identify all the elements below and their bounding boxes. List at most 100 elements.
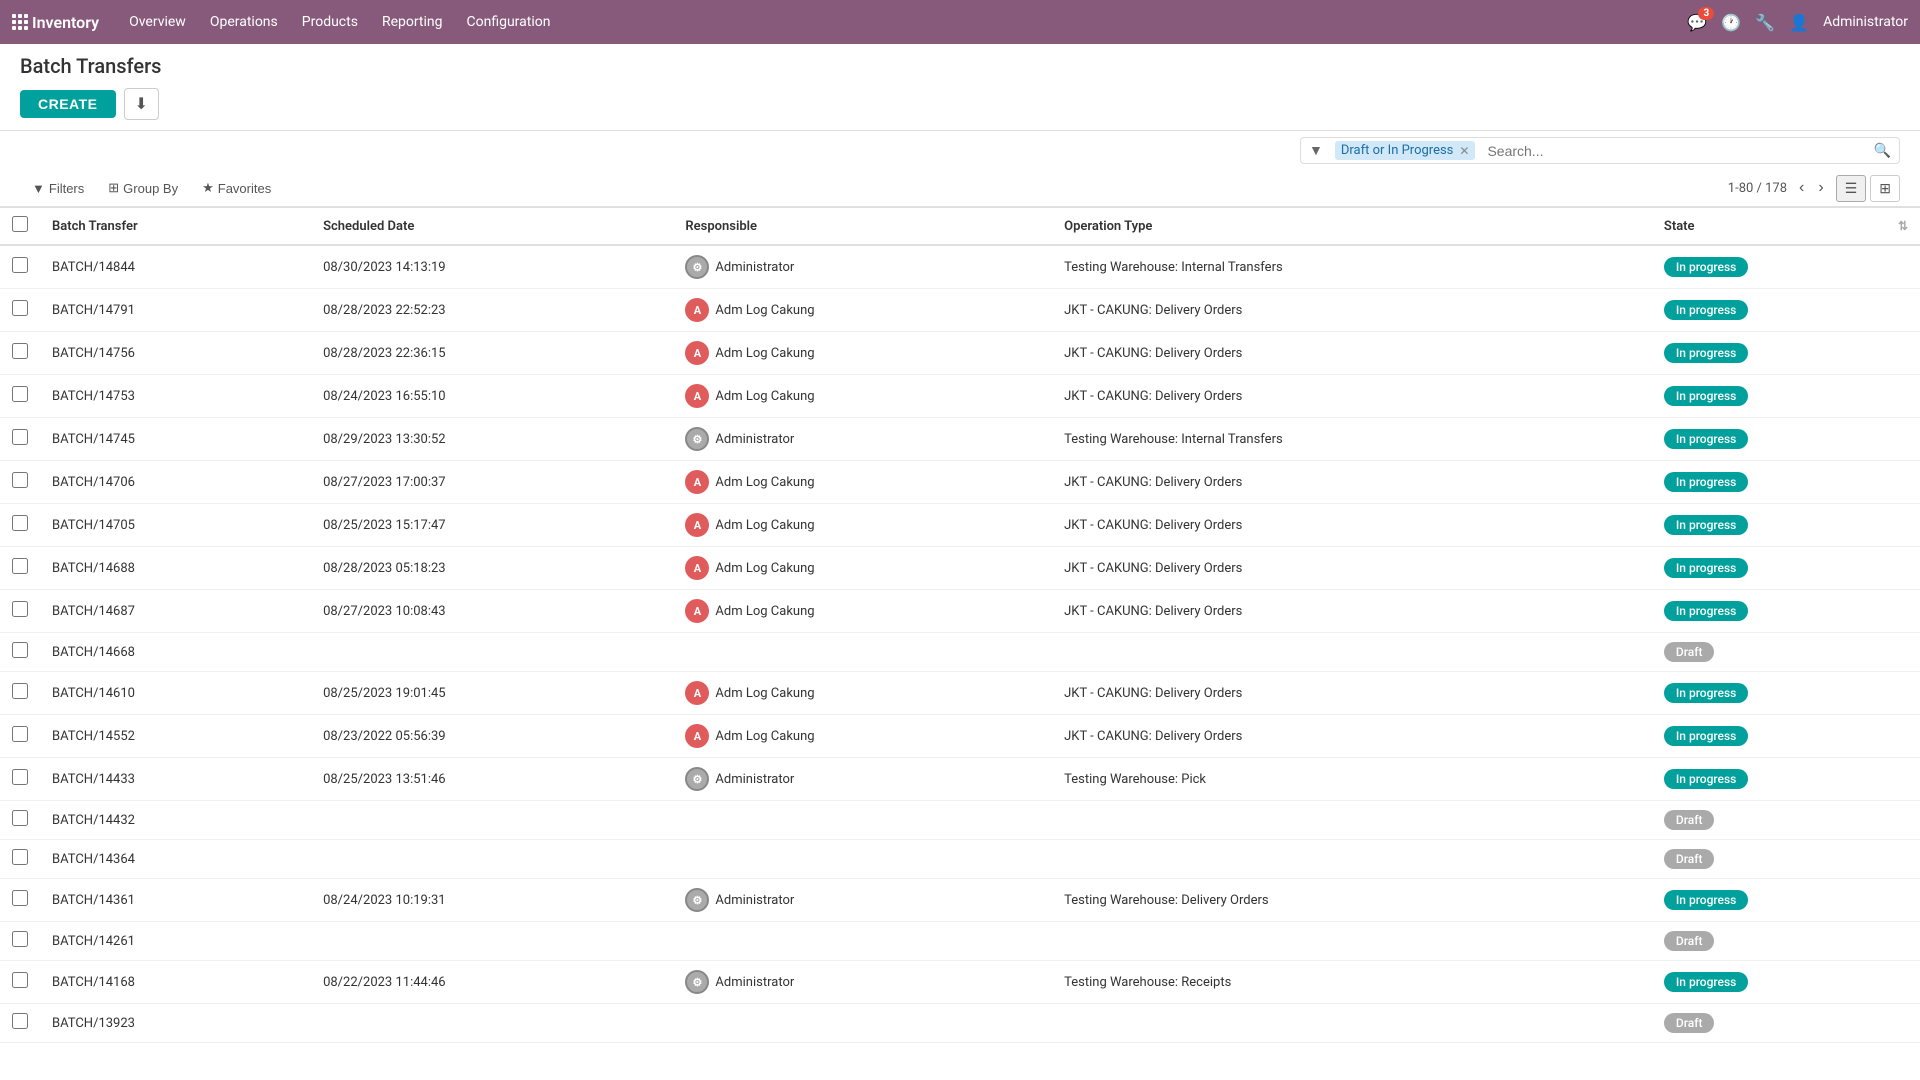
search-input[interactable] [1479, 139, 1865, 163]
state-cell: In progress [1652, 758, 1920, 801]
row-checkbox[interactable] [12, 257, 28, 273]
row-checkbox[interactable] [12, 558, 28, 574]
top-navigation: Inventory Overview Operations Products R… [0, 0, 1920, 44]
search-icon[interactable]: 🔍 [1866, 139, 1899, 163]
favorites-button[interactable]: ★ Favorites [190, 174, 283, 202]
download-button[interactable]: ⬇ [124, 88, 159, 120]
table-row[interactable]: BATCH/14745 08/29/2023 13:30:52 ⚙ Admini… [0, 418, 1920, 461]
apps-menu-button[interactable] [12, 14, 28, 30]
create-button[interactable]: CREATE [20, 90, 116, 118]
row-checkbox[interactable] [12, 300, 28, 316]
state-cell: In progress [1652, 504, 1920, 547]
messages-icon[interactable]: 💬 3 [1687, 13, 1707, 32]
row-checkbox[interactable] [12, 642, 28, 658]
table-row[interactable]: BATCH/14432 Draft [0, 801, 1920, 840]
col-scheduled-date[interactable]: Scheduled Date [311, 208, 673, 245]
batch-id: BATCH/14364 [40, 840, 311, 879]
sort-icon[interactable]: ⇅ [1898, 219, 1908, 233]
row-checkbox[interactable] [12, 683, 28, 699]
avatar: A [685, 599, 709, 623]
filter-tag-close[interactable]: ✕ [1459, 144, 1469, 158]
operation-type: Testing Warehouse: Receipts [1052, 961, 1652, 1004]
next-page-button[interactable]: › [1814, 177, 1827, 199]
username[interactable]: Administrator [1823, 14, 1908, 30]
operation-type: Testing Warehouse: Delivery Orders [1052, 879, 1652, 922]
row-checkbox[interactable] [12, 601, 28, 617]
nav-products[interactable]: Products [292, 10, 368, 34]
batch-id: BATCH/14168 [40, 961, 311, 1004]
table-row[interactable]: BATCH/13923 Draft [0, 1004, 1920, 1043]
responsible-cell: ⚙ Administrator [685, 888, 1040, 912]
clock-icon[interactable]: 🕐 [1721, 13, 1741, 32]
responsible: ⚙ Administrator [673, 879, 1052, 922]
state-badge: In progress [1664, 300, 1748, 320]
table-row[interactable]: BATCH/14552 08/23/2022 05:56:39 A Adm Lo… [0, 715, 1920, 758]
operation-type: JKT - CAKUNG: Delivery Orders [1052, 504, 1652, 547]
row-checkbox[interactable] [12, 890, 28, 906]
table-row[interactable]: BATCH/14361 08/24/2023 10:19:31 ⚙ Admini… [0, 879, 1920, 922]
responsible: A Adm Log Cakung [673, 547, 1052, 590]
col-operation-type[interactable]: Operation Type [1052, 208, 1652, 245]
row-checkbox[interactable] [12, 931, 28, 947]
row-checkbox[interactable] [12, 810, 28, 826]
state-badge: In progress [1664, 972, 1748, 992]
row-checkbox[interactable] [12, 515, 28, 531]
avatar: ⚙ [685, 427, 709, 451]
table-row[interactable]: BATCH/14705 08/25/2023 15:17:47 A Adm Lo… [0, 504, 1920, 547]
prev-page-button[interactable]: ‹ [1795, 177, 1808, 199]
user-icon[interactable]: 👤 [1789, 13, 1809, 32]
responsible [673, 801, 1052, 840]
kanban-view-button[interactable]: ⊞ [1870, 175, 1900, 202]
table-row[interactable]: BATCH/14433 08/25/2023 13:51:46 ⚙ Admini… [0, 758, 1920, 801]
row-checkbox[interactable] [12, 972, 28, 988]
col-batch-transfer[interactable]: Batch Transfer [40, 208, 311, 245]
select-all-checkbox[interactable] [12, 216, 28, 232]
row-checkbox[interactable] [12, 472, 28, 488]
group-by-button[interactable]: ⊞ Group By [96, 174, 190, 202]
message-badge: 3 [1698, 7, 1714, 20]
nav-operations[interactable]: Operations [200, 10, 288, 34]
row-checkbox[interactable] [12, 343, 28, 359]
responsible-cell: ⚙ Administrator [685, 427, 1040, 451]
pagination-info: 1-80 / 178 [1728, 181, 1787, 196]
app-brand[interactable]: Inventory [32, 13, 99, 32]
nav-reporting[interactable]: Reporting [372, 10, 453, 34]
batch-id: BATCH/14705 [40, 504, 311, 547]
batch-id: BATCH/14688 [40, 547, 311, 590]
table-row[interactable]: BATCH/14687 08/27/2023 10:08:43 A Adm Lo… [0, 590, 1920, 633]
nav-configuration[interactable]: Configuration [457, 10, 561, 34]
filter-funnel-icon: ▼ [1301, 138, 1331, 163]
tools-icon[interactable]: 🔧 [1755, 13, 1775, 32]
table-row[interactable]: BATCH/14610 08/25/2023 19:01:45 A Adm Lo… [0, 672, 1920, 715]
list-view-button[interactable]: ☰ [1836, 175, 1867, 202]
batch-id: BATCH/14687 [40, 590, 311, 633]
table-row[interactable]: BATCH/14168 08/22/2023 11:44:46 ⚙ Admini… [0, 961, 1920, 1004]
table-row[interactable]: BATCH/14791 08/28/2023 22:52:23 A Adm Lo… [0, 289, 1920, 332]
table-row[interactable]: BATCH/14756 08/28/2023 22:36:15 A Adm Lo… [0, 332, 1920, 375]
row-checkbox[interactable] [12, 769, 28, 785]
table-row[interactable]: BATCH/14364 Draft [0, 840, 1920, 879]
responsible-cell: A Adm Log Cakung [685, 556, 1040, 580]
table-row[interactable]: BATCH/14706 08/27/2023 17:00:37 A Adm Lo… [0, 461, 1920, 504]
row-checkbox[interactable] [12, 1013, 28, 1029]
responsible-name: Adm Log Cakung [715, 303, 814, 318]
table-row[interactable]: BATCH/14668 Draft [0, 633, 1920, 672]
table-row[interactable]: BATCH/14261 Draft [0, 922, 1920, 961]
row-checkbox[interactable] [12, 849, 28, 865]
state-badge: In progress [1664, 769, 1748, 789]
col-state[interactable]: State ⇅ [1652, 208, 1920, 245]
col-responsible[interactable]: Responsible [673, 208, 1052, 245]
filters-button[interactable]: ▼ Filters [20, 175, 96, 202]
avatar: A [685, 384, 709, 408]
row-checkbox[interactable] [12, 726, 28, 742]
row-checkbox[interactable] [12, 429, 28, 445]
row-checkbox[interactable] [12, 386, 28, 402]
table-row[interactable]: BATCH/14753 08/24/2023 16:55:10 A Adm Lo… [0, 375, 1920, 418]
batch-id: BATCH/14433 [40, 758, 311, 801]
state-cell: Draft [1652, 922, 1920, 961]
responsible-name: Administrator [715, 260, 794, 275]
scheduled-date: 08/29/2023 13:30:52 [311, 418, 673, 461]
table-row[interactable]: BATCH/14688 08/28/2023 05:18:23 A Adm Lo… [0, 547, 1920, 590]
table-row[interactable]: BATCH/14844 08/30/2023 14:13:19 ⚙ Admini… [0, 245, 1920, 289]
nav-overview[interactable]: Overview [119, 10, 196, 34]
